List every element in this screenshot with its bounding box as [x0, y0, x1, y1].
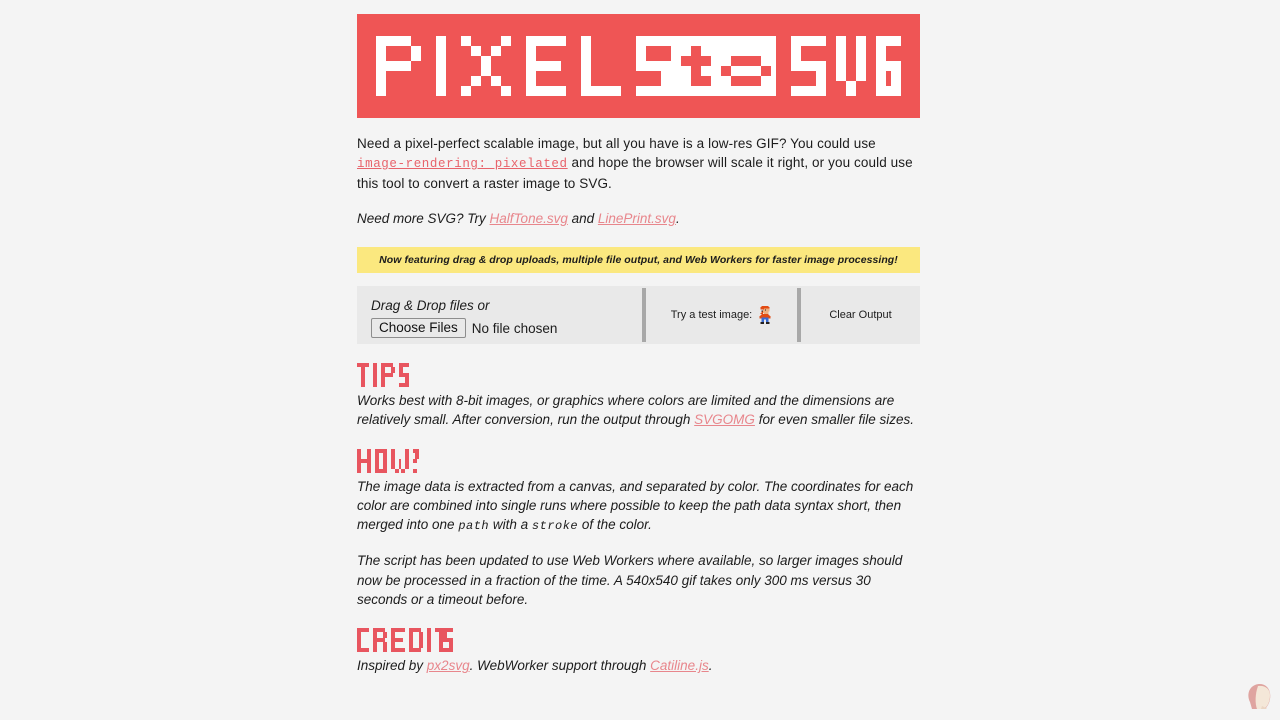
svgomg-link[interactable]: SVGOMG [694, 412, 755, 427]
how-heading: HOW? [357, 448, 920, 477]
pixels-to-svg-logo [376, 36, 901, 96]
tips-heading: TIPS [357, 363, 920, 391]
test-image-label: Try a test image: [670, 309, 753, 321]
test-image-button[interactable]: Try a test image: [646, 286, 797, 344]
credits-prefix: Inspired by [357, 658, 427, 674]
credits-suffix: . [708, 658, 713, 674]
clear-output-label: Clear Output [829, 309, 892, 321]
how-body-paragraph-2: The script has been updated to use Web W… [357, 553, 903, 608]
tips-body: Works best with 8-bit images, or graphic… [357, 391, 920, 430]
more-svg-middle: and [567, 211, 598, 226]
choose-files-button[interactable]: Choose Files [371, 318, 466, 338]
credits-heading-pixeltext [357, 628, 453, 653]
more-svg-prefix: Need more SVG? Try [357, 211, 490, 226]
feature-notice-text: Now featuring drag & drop uploads, multi… [379, 254, 898, 266]
more-svg-paragraph: Need more SVG? Try HalfTone.svg and Line… [357, 209, 920, 228]
tips-body-part2: for even smaller file sizes. [754, 412, 914, 428]
stroke-code: stroke [531, 519, 579, 534]
lineprint-svg-link[interactable]: LinePrint.svg [598, 211, 676, 226]
how-body-paragraph-1: The image data is extracted from a canva… [357, 477, 920, 537]
drag-drop-label: Drag & Drop files or [371, 298, 490, 313]
file-status-label: No file chosen [471, 320, 558, 336]
css-property-code: image-rendering: pixelated [357, 157, 568, 171]
halftone-svg-link[interactable]: HalfTone.svg [490, 211, 568, 226]
how-heading-pixeltext [357, 448, 419, 473]
intro-paragraph: Need a pixel-perfect scalable image, but… [357, 134, 920, 193]
credits-body: Inspired by px2svg. WebWorker support th… [357, 656, 920, 675]
file-input-row: Choose Files No file chosen [371, 318, 642, 338]
catiline-js-link[interactable]: Catiline.js [650, 658, 709, 673]
avatar-face-illustration [1236, 676, 1280, 720]
drag-drop-zone[interactable]: Drag & Drop files or Choose Files No fil… [357, 286, 642, 344]
intro-text-before: Need a pixel-perfect scalable image, but… [357, 136, 876, 151]
credits-middle: . WebWorker support through [469, 658, 651, 674]
how-p1-b: with a [489, 517, 532, 533]
clear-output-button[interactable]: Clear Output [801, 286, 920, 344]
profile-avatar-icon[interactable] [1236, 676, 1280, 720]
path-code: path [458, 519, 490, 534]
more-svg-suffix: . [675, 211, 680, 226]
credits-heading: CREDITS [357, 628, 920, 656]
content-container: Need a pixel-perfect scalable image, but… [357, 0, 920, 676]
px2svg-link[interactable]: px2svg [427, 658, 470, 673]
feature-notice-banner: Now featuring drag & drop uploads, multi… [357, 247, 920, 273]
upload-control-bar: Drag & Drop files or Choose Files No fil… [357, 286, 920, 344]
how-p1-c: of the color. [578, 517, 652, 533]
page-root: Need a pixel-perfect scalable image, but… [0, 0, 1280, 720]
site-logo-banner [357, 14, 920, 118]
tips-heading-pixeltext [357, 363, 409, 387]
mario-sprite-icon [759, 306, 771, 324]
